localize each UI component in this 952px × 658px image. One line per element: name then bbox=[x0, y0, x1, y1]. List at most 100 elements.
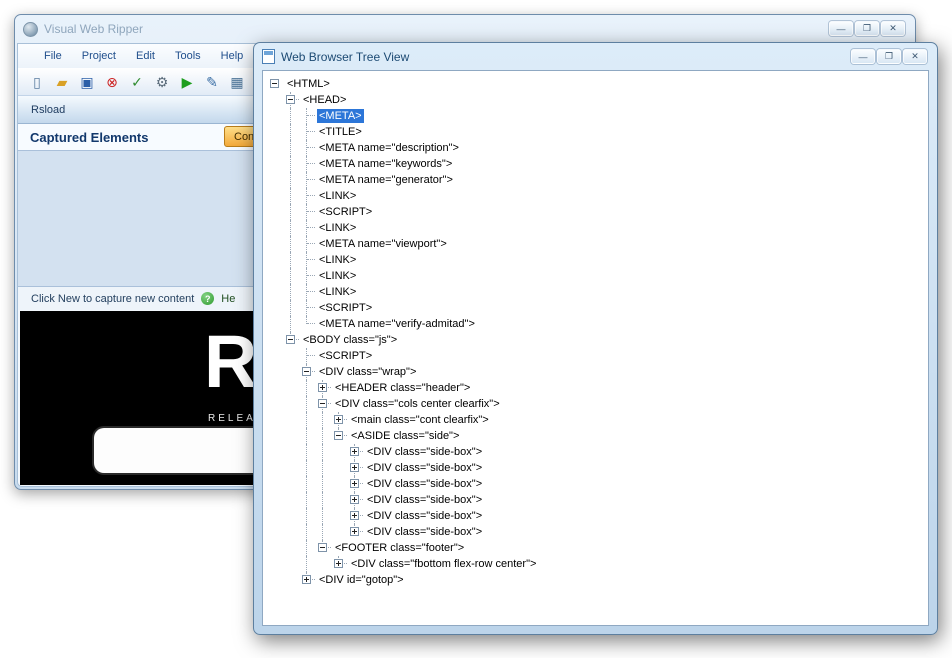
help-link[interactable]: He bbox=[221, 293, 235, 305]
expand-icon[interactable] bbox=[302, 575, 311, 584]
collapse-icon[interactable] bbox=[318, 399, 327, 408]
tree-node-label[interactable]: <DIV class="side-box"> bbox=[365, 445, 484, 459]
tree-row[interactable]: <ASIDE class="side"> bbox=[267, 428, 928, 444]
tree-row[interactable]: <HTML> bbox=[267, 76, 928, 92]
help-icon[interactable]: ? bbox=[201, 292, 215, 305]
tree-row[interactable]: <META name="verify-admitad"> bbox=[267, 316, 928, 332]
tree-node-label[interactable]: <HEADER class="header"> bbox=[333, 381, 472, 395]
tree-row[interactable]: <DIV class="side-box"> bbox=[267, 524, 928, 540]
menu-help[interactable]: Help bbox=[211, 47, 254, 65]
table-icon[interactable]: ▦ bbox=[227, 72, 247, 92]
edit-icon[interactable]: ✎ bbox=[202, 72, 222, 92]
tree-row[interactable]: <FOOTER class="footer"> bbox=[267, 540, 928, 556]
collapse-icon[interactable] bbox=[270, 79, 279, 88]
tree-node-label[interactable]: <DIV class="cols center clearfix"> bbox=[333, 397, 502, 411]
tree-node-label[interactable]: <main class="cont clearfix"> bbox=[349, 413, 491, 427]
menu-edit[interactable]: Edit bbox=[126, 47, 165, 65]
tree-node-label[interactable]: <TITLE> bbox=[317, 125, 364, 139]
menu-tools[interactable]: Tools bbox=[165, 47, 211, 65]
tree-node-label[interactable]: <DIV id="gotop"> bbox=[317, 573, 406, 587]
expand-icon[interactable] bbox=[334, 415, 343, 424]
tree-node-label[interactable]: <LINK> bbox=[317, 189, 358, 203]
tree-row[interactable]: <DIV class="side-box"> bbox=[267, 492, 928, 508]
tree-node-label[interactable]: <DIV class="side-box"> bbox=[365, 525, 484, 539]
tree-row[interactable]: <DIV class="side-box"> bbox=[267, 508, 928, 524]
run-icon[interactable]: ▶ bbox=[177, 72, 197, 92]
tree-node-label[interactable]: <META> bbox=[317, 109, 364, 123]
tree-node-label[interactable]: <META name="generator"> bbox=[317, 173, 455, 187]
collapse-icon[interactable] bbox=[302, 367, 311, 376]
collapse-icon[interactable] bbox=[286, 95, 295, 104]
validate-list-icon[interactable]: ✓ bbox=[127, 72, 147, 92]
tree-row[interactable]: <main class="cont clearfix"> bbox=[267, 412, 928, 428]
tree-row[interactable]: <LINK> bbox=[267, 188, 928, 204]
tree-row[interactable]: <META name="description"> bbox=[267, 140, 928, 156]
close-button[interactable]: ✕ bbox=[881, 21, 905, 36]
close-button[interactable]: ✕ bbox=[903, 49, 927, 64]
tree-row[interactable]: <DIV class="side-box"> bbox=[267, 476, 928, 492]
collapse-icon[interactable] bbox=[318, 543, 327, 552]
tree-row[interactable]: <DIV class="wrap"> bbox=[267, 364, 928, 380]
tree-row[interactable]: <META name="generator"> bbox=[267, 172, 928, 188]
tree-row[interactable]: <DIV class="side-box"> bbox=[267, 444, 928, 460]
tree-row[interactable]: <META name="viewport"> bbox=[267, 236, 928, 252]
tree-node-label[interactable]: <LINK> bbox=[317, 221, 358, 235]
tree-row[interactable]: <DIV id="gotop"> bbox=[267, 572, 928, 588]
expand-icon[interactable] bbox=[318, 383, 327, 392]
tree-row[interactable]: <HEADER class="header"> bbox=[267, 380, 928, 396]
expand-icon[interactable] bbox=[350, 479, 359, 488]
tree-node-label[interactable]: <LINK> bbox=[317, 253, 358, 267]
tree-node-label[interactable]: <HTML> bbox=[285, 77, 332, 91]
tree-row[interactable]: <HEAD> bbox=[267, 92, 928, 108]
tree-row[interactable]: <LINK> bbox=[267, 252, 928, 268]
tree-row[interactable]: <SCRIPT> bbox=[267, 300, 928, 316]
collapse-icon[interactable] bbox=[286, 335, 295, 344]
options-gear-icon[interactable]: ⚙ bbox=[152, 72, 172, 92]
tree-row[interactable]: <DIV class="fbottom flex-row center"> bbox=[267, 556, 928, 572]
maximize-button[interactable]: ❐ bbox=[877, 49, 901, 64]
tree-node-label[interactable]: <LINK> bbox=[317, 269, 358, 283]
tree-node-label[interactable]: <DIV class="side-box"> bbox=[365, 509, 484, 523]
tree-node-label[interactable]: <DIV class="side-box"> bbox=[365, 477, 484, 491]
tree-row[interactable]: <LINK> bbox=[267, 268, 928, 284]
new-document-icon[interactable]: ▯ bbox=[27, 72, 47, 92]
tree-row[interactable]: <TITLE> bbox=[267, 124, 928, 140]
tree-node-label[interactable]: <DIV class="side-box"> bbox=[365, 493, 484, 507]
minimize-button[interactable]: — bbox=[829, 21, 853, 36]
tree-view-panel[interactable]: <HTML> <HEAD> <META> <TITLE> <META name="des… bbox=[262, 70, 929, 626]
tree-row[interactable]: <BODY class="js"> bbox=[267, 332, 928, 348]
tree-node-label[interactable]: <LINK> bbox=[317, 285, 358, 299]
tree-row[interactable]: <META> bbox=[267, 108, 928, 124]
tree-node-label[interactable]: <ASIDE class="side"> bbox=[349, 429, 461, 443]
minimize-button[interactable]: — bbox=[851, 49, 875, 64]
tree-row[interactable]: <DIV class="cols center clearfix"> bbox=[267, 396, 928, 412]
tree-node-label[interactable]: <META name="keywords"> bbox=[317, 157, 454, 171]
expand-icon[interactable] bbox=[350, 463, 359, 472]
open-project-icon[interactable]: ▰ bbox=[52, 72, 72, 92]
tree-row[interactable]: <SCRIPT> bbox=[267, 204, 928, 220]
tree-node-label[interactable]: <SCRIPT> bbox=[317, 205, 374, 219]
menu-project[interactable]: Project bbox=[72, 47, 126, 65]
tree-node-label[interactable]: <META name="description"> bbox=[317, 141, 461, 155]
collapse-icon[interactable] bbox=[334, 431, 343, 440]
tree-node-label[interactable]: <SCRIPT> bbox=[317, 349, 374, 363]
tree-node-label[interactable]: <META name="viewport"> bbox=[317, 237, 449, 251]
tree-node-label[interactable]: <SCRIPT> bbox=[317, 301, 374, 315]
expand-icon[interactable] bbox=[350, 447, 359, 456]
tree-node-label[interactable]: <HEAD> bbox=[301, 93, 348, 107]
stop-icon[interactable]: ⊗ bbox=[102, 72, 122, 92]
tree-node-label[interactable]: <DIV class="wrap"> bbox=[317, 365, 418, 379]
menu-file[interactable]: File bbox=[34, 47, 72, 65]
tree-row[interactable]: <META name="keywords"> bbox=[267, 156, 928, 172]
save-icon[interactable]: ▣ bbox=[77, 72, 97, 92]
tree-node-label[interactable]: <FOOTER class="footer"> bbox=[333, 541, 466, 555]
expand-icon[interactable] bbox=[350, 527, 359, 536]
tree-node-label[interactable]: <META name="verify-admitad"> bbox=[317, 317, 477, 331]
expand-icon[interactable] bbox=[350, 495, 359, 504]
tree-row[interactable]: <LINK> bbox=[267, 284, 928, 300]
tree-row[interactable]: <DIV class="side-box"> bbox=[267, 460, 928, 476]
expand-icon[interactable] bbox=[334, 559, 343, 568]
tree-node-label[interactable]: <DIV class="fbottom flex-row center"> bbox=[349, 557, 538, 571]
expand-icon[interactable] bbox=[350, 511, 359, 520]
tree-row[interactable]: <SCRIPT> bbox=[267, 348, 928, 364]
